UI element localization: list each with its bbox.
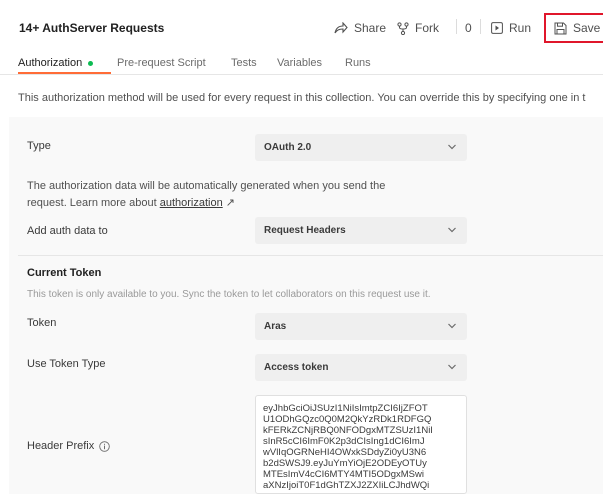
save-label: Save <box>573 21 601 35</box>
tab-variables-label: Variables <box>277 57 323 69</box>
fork-count-value: 0 <box>465 21 472 35</box>
type-label: Type <box>27 140 51 152</box>
tab-runs-label: Runs <box>345 57 371 69</box>
run-icon <box>491 22 503 34</box>
auth-type-value: OAuth 2.0 <box>264 142 312 153</box>
tab-runs[interactable]: Runs <box>345 57 371 69</box>
token-dropdown[interactable]: Aras <box>255 313 467 340</box>
token-line: eyJhbGciOiJSUzI1NiIsImtpZCI6IjZFOT <box>263 403 428 414</box>
chevron-down-icon <box>448 144 456 150</box>
authorization-docs-link[interactable]: authorization <box>160 197 223 209</box>
token-type-dropdown[interactable]: Access token <box>255 354 467 381</box>
collection-header: 14+ AuthServer Requests Share Fork 0 Run <box>0 0 603 43</box>
tab-authorization[interactable]: Authorization <box>18 57 94 69</box>
chevron-down-icon <box>448 227 456 233</box>
auth-help-line2: request. Learn more about authorization … <box>27 195 437 212</box>
token-line: MTEsImV4cCI6MTY4MTI5ODgxMSwi <box>263 469 424 480</box>
collection-title: 14+ AuthServer Requests <box>19 21 165 35</box>
share-label: Share <box>354 21 387 35</box>
add-auth-value: Request Headers <box>264 225 346 236</box>
token-label: Token <box>27 317 57 329</box>
run-label: Run <box>509 21 532 35</box>
token-line: kFERkZCNjRBQ0NFODgxMTZSUzI1NiI <box>263 425 433 436</box>
section-divider <box>18 255 603 256</box>
token-line: U1ODhGQzc0Q0M2QkYzRDk1RDFGQ <box>263 414 432 425</box>
tab-variables[interactable]: Variables <box>277 57 322 69</box>
token-value: Aras <box>264 321 287 332</box>
add-auth-label: Add auth data to <box>27 225 108 237</box>
share-icon <box>334 22 348 34</box>
tab-authorization-label: Authorization <box>18 57 83 69</box>
header-divider <box>480 19 481 34</box>
share-button[interactable]: Share <box>334 21 386 35</box>
token-line: b2dSWSJ9.eyJuYmYiOjE2ODEyOTUy <box>263 458 427 469</box>
auth-help-prefix: request. Learn more about <box>27 197 160 209</box>
auth-type-dropdown[interactable]: OAuth 2.0 <box>255 134 467 161</box>
chevron-down-icon <box>448 323 456 329</box>
header-prefix-label-row: Header Prefix <box>27 440 111 452</box>
save-button[interactable]: Save <box>554 21 600 35</box>
save-icon <box>554 22 567 34</box>
access-token-textarea[interactable]: eyJhbGciOiJSUzI1NiIsImtpZCI6IjZFOT U1ODh… <box>255 395 467 494</box>
tab-pre-request-script[interactable]: Pre-request Script <box>117 57 206 69</box>
active-tab-indicator <box>18 72 111 74</box>
fork-button[interactable]: Fork <box>397 21 439 35</box>
external-link-icon: ↗ <box>225 197 235 209</box>
active-dot-icon <box>88 60 94 66</box>
tab-tests[interactable]: Tests <box>231 57 257 69</box>
fork-icon <box>397 21 409 35</box>
token-type-label: Use Token Type <box>27 358 106 370</box>
add-auth-dropdown[interactable]: Request Headers <box>255 217 467 244</box>
fork-count: 0 <box>465 21 472 35</box>
header-prefix-label: Header Prefix <box>27 440 95 452</box>
auth-help-text: The authorization data will be automatic… <box>27 178 437 212</box>
tab-tests-label: Tests <box>231 57 257 69</box>
token-line: wVlIqOGRNeHI4OWxkSDdyZi0yU3N6 <box>263 447 427 458</box>
auth-intro-text: This authorization method will be used f… <box>18 92 586 104</box>
auth-help-line1: The authorization data will be automatic… <box>27 180 386 192</box>
token-type-value: Access token <box>264 362 329 373</box>
info-icon[interactable] <box>99 440 111 452</box>
token-line: aXNzIjoiT0F1dGhTZXJ2ZXIiLCJhdWQi <box>263 480 430 491</box>
fork-label: Fork <box>415 21 439 35</box>
current-token-note: This token is only available to you. Syn… <box>27 289 431 300</box>
current-token-title: Current Token <box>27 267 102 279</box>
token-line: sInR5cCI6ImF0K2p3dCIsIng1dCI6ImJ <box>263 436 425 447</box>
tab-pre-request-script-label: Pre-request Script <box>117 57 206 69</box>
fork-count-divider <box>456 19 457 34</box>
collection-tabs: Authorization Pre-request Script Tests V… <box>0 46 603 75</box>
run-button[interactable]: Run <box>491 21 531 35</box>
chevron-down-icon <box>448 364 456 370</box>
